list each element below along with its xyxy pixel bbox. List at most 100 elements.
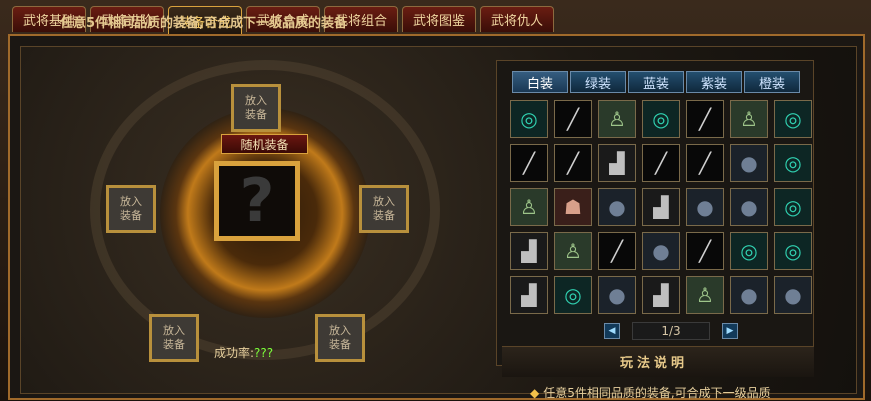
inventory-cell[interactable]: ◎ bbox=[774, 188, 812, 226]
ball-icon: ● bbox=[608, 283, 626, 307]
inventory-cell[interactable]: ╱ bbox=[686, 100, 724, 138]
inventory-cell[interactable]: ◎ bbox=[642, 100, 680, 138]
inventory-cell[interactable]: ☗ bbox=[554, 188, 592, 226]
slot-label: 放入装备 bbox=[245, 94, 267, 121]
input-slot-left[interactable]: 放入装备 bbox=[106, 185, 156, 233]
inventory-cell[interactable]: ▟ bbox=[510, 276, 548, 314]
inventory-cell[interactable]: ▟ bbox=[642, 276, 680, 314]
inventory-cell[interactable]: ♙ bbox=[554, 232, 592, 270]
inventory-cell[interactable]: ╱ bbox=[642, 144, 680, 182]
synthesis-instructions: 任意5件相同品质的装备,可合成下一级品质的装备 bbox=[60, 16, 347, 31]
inventory-cell[interactable]: ╱ bbox=[598, 232, 636, 270]
quality-tabs: 白装 绿装 蓝装 紫装 橙装 bbox=[512, 71, 800, 93]
random-equipment-label: 随机装备 bbox=[221, 134, 308, 154]
inventory-cell[interactable]: ● bbox=[774, 276, 812, 314]
next-page-button[interactable]: ▶ bbox=[722, 323, 738, 339]
inventory-cell[interactable]: ♙ bbox=[510, 188, 548, 226]
result-slot: ? bbox=[214, 161, 300, 241]
inventory-cell[interactable]: ◎ bbox=[774, 232, 812, 270]
ball-icon: ● bbox=[740, 195, 758, 219]
inventory-cell[interactable]: ▟ bbox=[642, 188, 680, 226]
ball-icon: ● bbox=[652, 239, 670, 263]
boot-icon: ▟ bbox=[521, 239, 537, 263]
inventory-cell[interactable]: ╱ bbox=[554, 100, 592, 138]
slot-label: 放入装备 bbox=[120, 195, 142, 222]
sword-icon: ╱ bbox=[698, 107, 712, 131]
sword-icon: ╱ bbox=[566, 107, 580, 131]
tab-blue-equipment[interactable]: 蓝装 bbox=[628, 71, 684, 93]
tab-orange-equipment[interactable]: 橙装 bbox=[744, 71, 800, 93]
inventory-cell[interactable]: ● bbox=[730, 276, 768, 314]
ball-icon: ● bbox=[740, 151, 758, 175]
slot-label: 放入装备 bbox=[373, 195, 395, 222]
bullet-icon: ◆ bbox=[530, 386, 540, 400]
ring-icon: ◎ bbox=[784, 195, 802, 219]
sword-icon: ╱ bbox=[698, 151, 712, 175]
inventory-cell[interactable]: ╱ bbox=[686, 232, 724, 270]
armor-icon: ♙ bbox=[608, 107, 626, 131]
inventory-cell[interactable]: ◎ bbox=[510, 100, 548, 138]
inventory-cell[interactable]: ◎ bbox=[774, 100, 812, 138]
inventory-cell[interactable]: ◎ bbox=[730, 232, 768, 270]
question-mark-icon: ? bbox=[239, 166, 275, 236]
ring-icon: ◎ bbox=[652, 107, 670, 131]
tab-white-equipment[interactable]: 白装 bbox=[512, 71, 568, 93]
inventory-cell[interactable]: ● bbox=[730, 188, 768, 226]
ball-icon: ● bbox=[696, 195, 714, 219]
success-rate-label: 成功率: bbox=[214, 346, 255, 360]
tab-general-codex[interactable]: 武将图鉴 bbox=[402, 6, 476, 32]
inventory-grid: ◎ ╱ ♙ ◎ ╱ ♙ ◎ ╱ ╱ ▟ ╱ ╱ ● ◎ ♙ ☗ ● ▟ ● ● ◎ ▟ ♙ ╱ ● ╱ ◎ ◎ ▟ ◎ ● ▟ ♙ ● ● bbox=[510, 100, 812, 314]
ball-icon: ● bbox=[608, 195, 626, 219]
boot-icon: ▟ bbox=[609, 151, 625, 175]
inventory-cell[interactable]: ● bbox=[598, 188, 636, 226]
inventory-cell[interactable]: ● bbox=[686, 188, 724, 226]
ring-icon: ◎ bbox=[564, 283, 582, 307]
inventory-cell[interactable]: ● bbox=[598, 276, 636, 314]
ring-icon: ◎ bbox=[740, 239, 758, 263]
inventory-cell[interactable]: ╱ bbox=[510, 144, 548, 182]
inventory-cell[interactable]: ▟ bbox=[510, 232, 548, 270]
help-text-content: 任意5件相同品质的装备,可合成下一级品质 bbox=[543, 386, 771, 400]
armor-icon: ♙ bbox=[520, 195, 538, 219]
prev-page-button[interactable]: ◀ bbox=[604, 323, 620, 339]
game-window: 武将基础 武将进阶 装备合成 武将合成 武将组合 武将图鉴 武将仇人 任意5件相… bbox=[0, 0, 871, 400]
sword-icon: ╱ bbox=[522, 151, 536, 175]
input-slot-right[interactable]: 放入装备 bbox=[359, 185, 409, 233]
sword-icon: ╱ bbox=[654, 151, 668, 175]
ring-icon: ◎ bbox=[520, 107, 538, 131]
sword-icon: ╱ bbox=[698, 239, 712, 263]
inventory-cell[interactable]: ♙ bbox=[730, 100, 768, 138]
inventory-cell[interactable]: ╱ bbox=[686, 144, 724, 182]
helmet-icon: ☗ bbox=[564, 195, 582, 219]
tab-green-equipment[interactable]: 绿装 bbox=[570, 71, 626, 93]
inventory-cell[interactable]: ● bbox=[642, 232, 680, 270]
ball-icon: ● bbox=[740, 283, 758, 307]
help-text: ◆ 任意5件相同品质的装备,可合成下一级品质 bbox=[530, 384, 771, 401]
tab-purple-equipment[interactable]: 紫装 bbox=[686, 71, 742, 93]
armor-icon: ♙ bbox=[696, 283, 714, 307]
boot-icon: ▟ bbox=[653, 195, 669, 219]
inventory-cell[interactable]: ╱ bbox=[554, 144, 592, 182]
ring-icon: ◎ bbox=[784, 239, 802, 263]
inventory-cell[interactable]: ♙ bbox=[598, 100, 636, 138]
inventory-cell[interactable]: ● bbox=[730, 144, 768, 182]
boot-icon: ▟ bbox=[521, 283, 537, 307]
ring-icon: ◎ bbox=[784, 151, 802, 175]
armor-icon: ♙ bbox=[564, 239, 582, 263]
success-rate-value: ??? bbox=[254, 346, 274, 360]
input-slot-bottom-left[interactable]: 放入装备 bbox=[149, 314, 199, 362]
inventory-cell[interactable]: ◎ bbox=[554, 276, 592, 314]
pager: ◀ 1/3 ▶ bbox=[604, 322, 738, 340]
sword-icon: ╱ bbox=[566, 151, 580, 175]
input-slot-bottom-right[interactable]: 放入装备 bbox=[315, 314, 365, 362]
inventory-cell[interactable]: ◎ bbox=[774, 144, 812, 182]
input-slot-top[interactable]: 放入装备 bbox=[231, 84, 281, 132]
inventory-cell[interactable]: ♙ bbox=[686, 276, 724, 314]
page-indicator: 1/3 bbox=[632, 322, 710, 340]
help-title: 玩法说明 bbox=[620, 356, 689, 371]
inventory-cell[interactable]: ▟ bbox=[598, 144, 636, 182]
tab-general-enemies[interactable]: 武将仇人 bbox=[480, 6, 554, 32]
ball-icon: ● bbox=[784, 283, 802, 307]
slot-label: 放入装备 bbox=[163, 324, 185, 351]
armor-icon: ♙ bbox=[740, 107, 758, 131]
